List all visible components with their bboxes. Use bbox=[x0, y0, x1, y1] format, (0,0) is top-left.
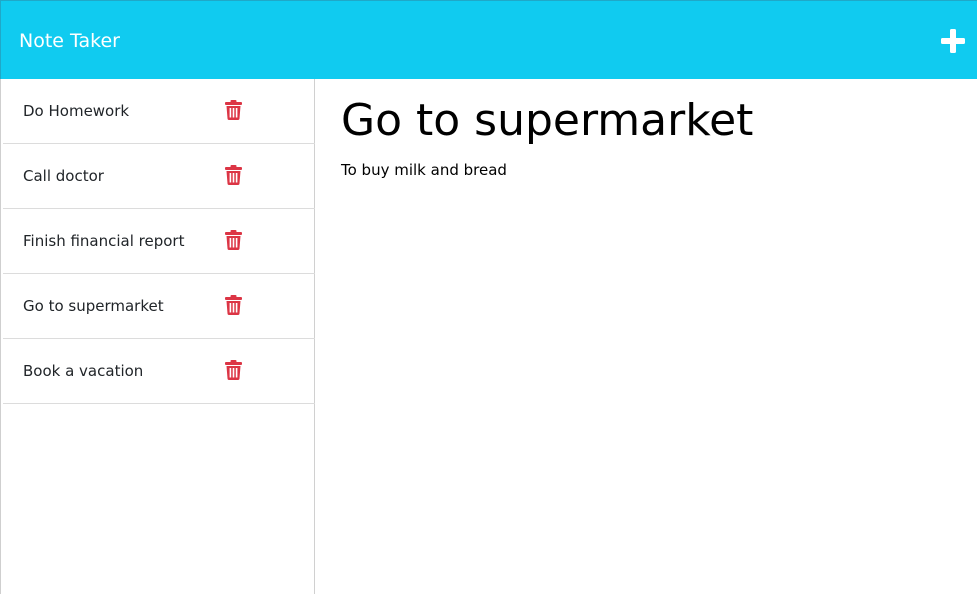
note-item-title[interactable]: Book a vacation bbox=[23, 361, 143, 381]
trash-icon bbox=[225, 230, 242, 250]
new-note-button[interactable] bbox=[939, 27, 967, 55]
note-sidebar: Do Homework Call doctor Finish financial… bbox=[0, 79, 315, 594]
list-item[interactable]: Call doctor bbox=[3, 144, 315, 209]
app-title[interactable]: Note Taker bbox=[19, 29, 120, 53]
note-text-display[interactable]: To buy milk and bread bbox=[341, 160, 507, 180]
delete-note-button[interactable] bbox=[225, 100, 242, 120]
list-item[interactable]: Book a vacation bbox=[3, 339, 315, 404]
plus-icon bbox=[941, 29, 965, 53]
delete-note-button[interactable] bbox=[225, 230, 242, 250]
trash-icon bbox=[225, 295, 242, 315]
note-detail: Go to supermarket To buy milk and bread bbox=[315, 79, 977, 594]
note-item-title[interactable]: Finish financial report bbox=[23, 231, 184, 251]
list-item[interactable]: Go to supermarket bbox=[3, 274, 315, 339]
list-item[interactable]: Do Homework bbox=[3, 79, 315, 144]
navbar: Note Taker bbox=[0, 0, 977, 79]
note-list: Do Homework Call doctor Finish financial… bbox=[3, 79, 315, 404]
delete-note-button[interactable] bbox=[225, 295, 242, 315]
trash-icon bbox=[225, 165, 242, 185]
list-item[interactable]: Finish financial report bbox=[3, 209, 315, 274]
delete-note-button[interactable] bbox=[225, 165, 242, 185]
note-item-title[interactable]: Call doctor bbox=[23, 166, 104, 186]
note-item-title[interactable]: Go to supermarket bbox=[23, 296, 164, 316]
note-item-title[interactable]: Do Homework bbox=[23, 101, 129, 121]
trash-icon bbox=[225, 100, 242, 120]
delete-note-button[interactable] bbox=[225, 360, 242, 380]
note-title-display[interactable]: Go to supermarket bbox=[341, 95, 753, 147]
trash-icon bbox=[225, 360, 242, 380]
